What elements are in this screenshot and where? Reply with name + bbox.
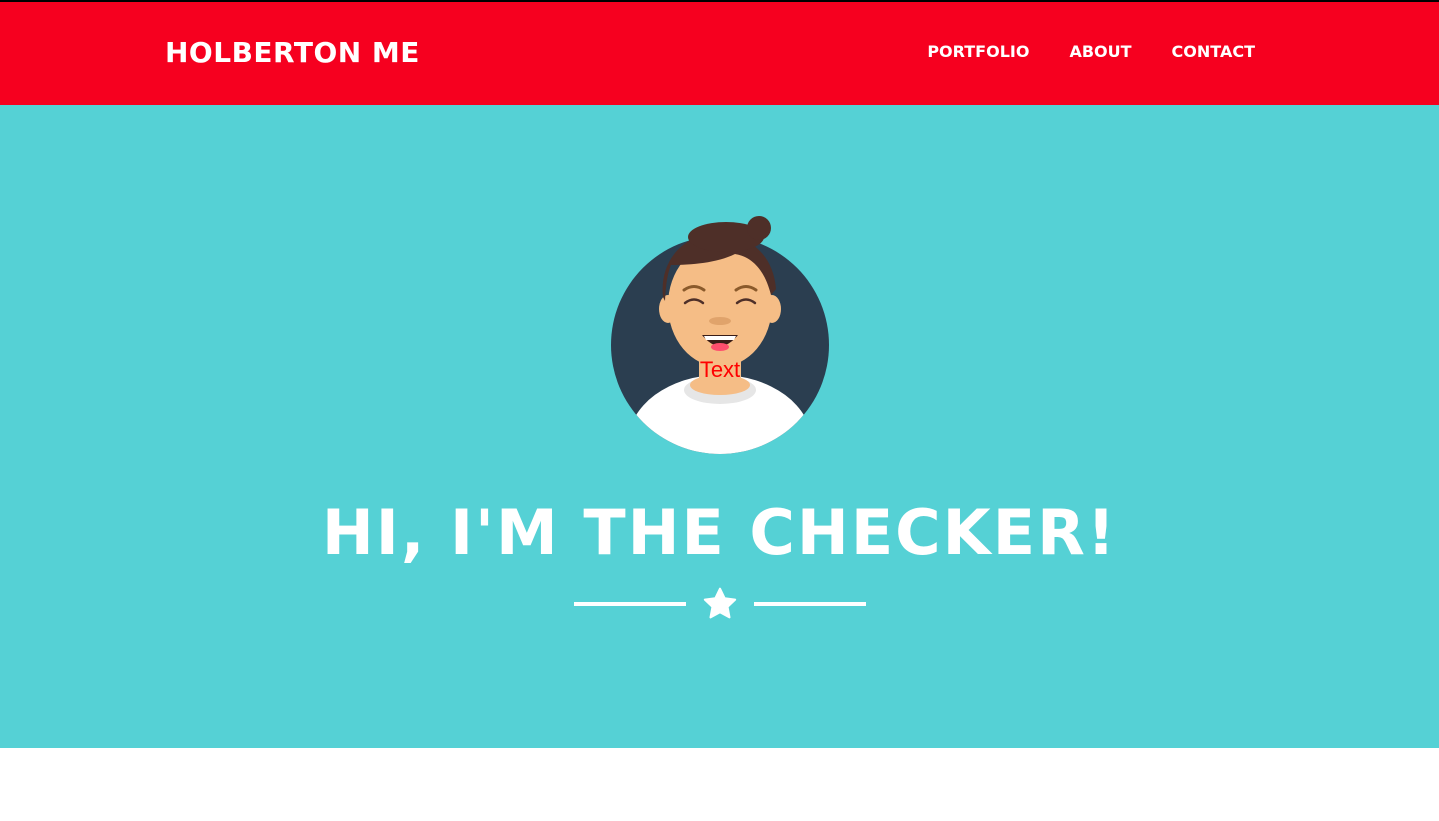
divider-line-left xyxy=(574,602,686,606)
hero-section: Text HI, I'M THE CHECKER! xyxy=(0,105,1439,748)
avatar-caption: Text xyxy=(699,357,741,382)
avatar: Text xyxy=(605,205,835,460)
nav-link-about[interactable]: ABOUT xyxy=(1069,42,1131,62)
divider-line-right xyxy=(754,602,866,606)
smiling-man-avatar-icon xyxy=(611,216,829,454)
nav-link-portfolio[interactable]: PORTFOLIO xyxy=(927,42,1029,62)
star-divider xyxy=(574,585,866,621)
navbar: HOLBERTON ME PORTFOLIO ABOUT CONTACT xyxy=(0,2,1439,105)
brand-link[interactable]: HOLBERTON ME xyxy=(165,36,420,70)
hero-title: HI, I'M THE CHECKER! xyxy=(321,496,1118,569)
nav-links: PORTFOLIO ABOUT CONTACT xyxy=(927,42,1255,62)
star-icon xyxy=(703,587,737,619)
nav-link-contact[interactable]: CONTACT xyxy=(1172,42,1255,62)
